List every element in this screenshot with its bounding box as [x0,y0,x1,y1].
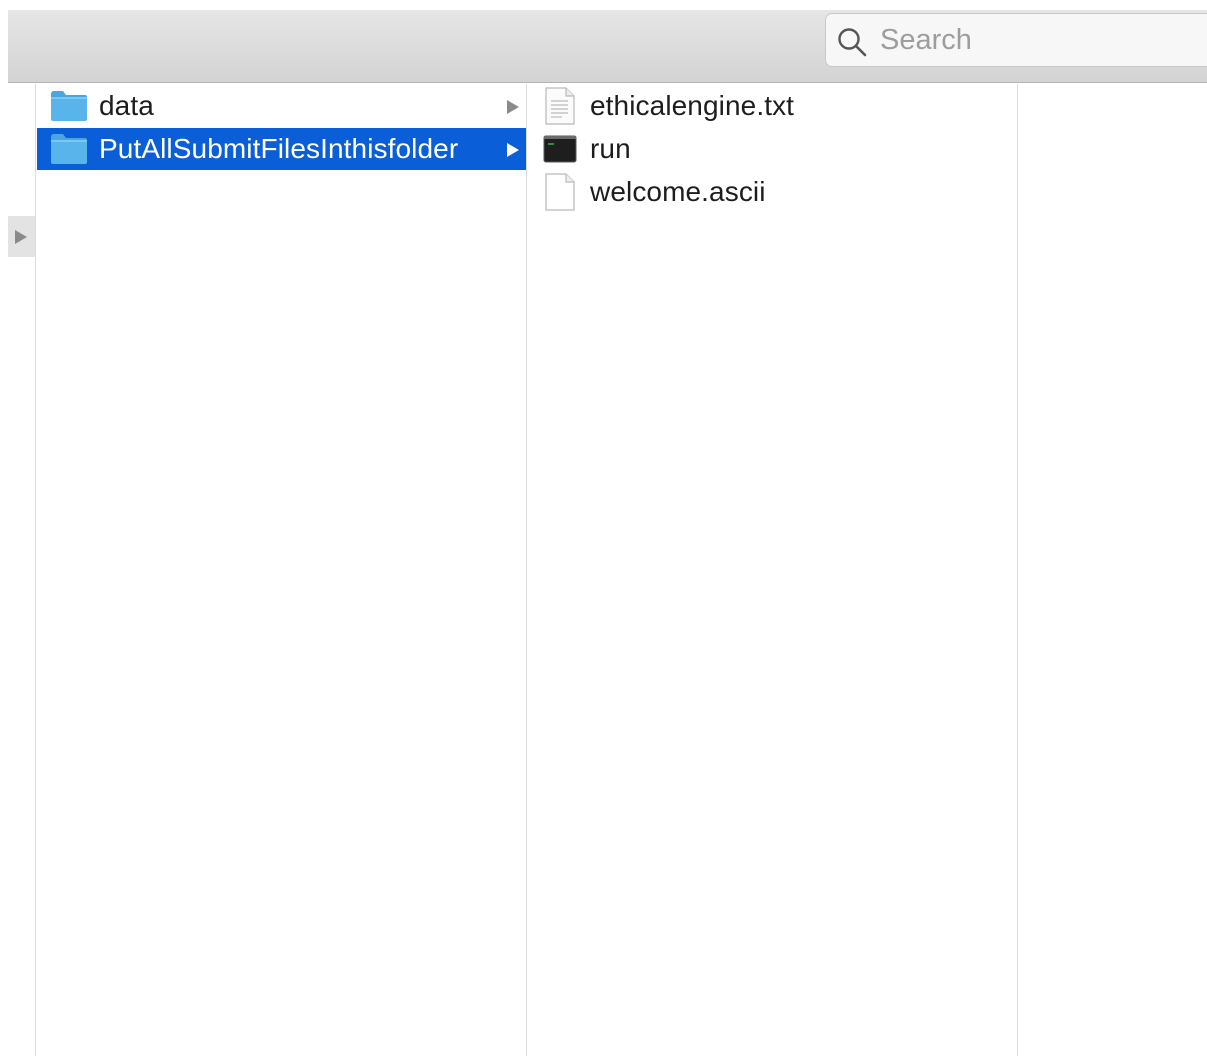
list-item-label: data [99,90,154,121]
list-item-file-ethicalengine[interactable]: ethicalengine.txt [527,85,1017,127]
finder-window: data PutAllSubmitFilesInthisfolder [0,0,1207,1056]
column-browser: data PutAllSubmitFilesInthisfolder ethic… [8,84,1207,1056]
cropped-top-strip [0,0,1207,10]
terminal-executable-icon [543,135,577,163]
sidebar-toggle-button[interactable] [8,216,35,257]
toolbar [8,10,1207,83]
sidebar-gutter [8,84,36,1056]
column-1[interactable]: data PutAllSubmitFilesInthisfolder [37,84,527,1056]
search-input[interactable] [880,20,1200,60]
blank-document-icon [545,173,575,211]
list-item-file-welcome[interactable]: welcome.ascii [527,171,1017,213]
list-item-label: PutAllSubmitFilesInthisfolder [99,133,459,164]
list-item-file-run[interactable]: run [527,128,1017,170]
column-3[interactable] [1018,84,1207,1056]
list-item-label: run [590,133,631,164]
folder-icon [51,134,87,164]
list-item-folder-submit[interactable]: PutAllSubmitFilesInthisfolder [37,128,526,170]
chevron-right-icon [507,143,519,157]
search-field[interactable] [825,13,1207,67]
text-document-icon [545,87,575,125]
folder-icon [51,91,87,121]
search-icon [837,27,867,57]
list-item-label: ethicalengine.txt [590,90,795,121]
column-2[interactable]: ethicalengine.txt run welcome.ascii [527,84,1018,1056]
chevron-right-icon [507,100,519,114]
list-item-folder-data[interactable]: data [37,85,526,127]
triangle-right-icon [15,230,27,244]
list-item-label: welcome.ascii [590,176,766,207]
